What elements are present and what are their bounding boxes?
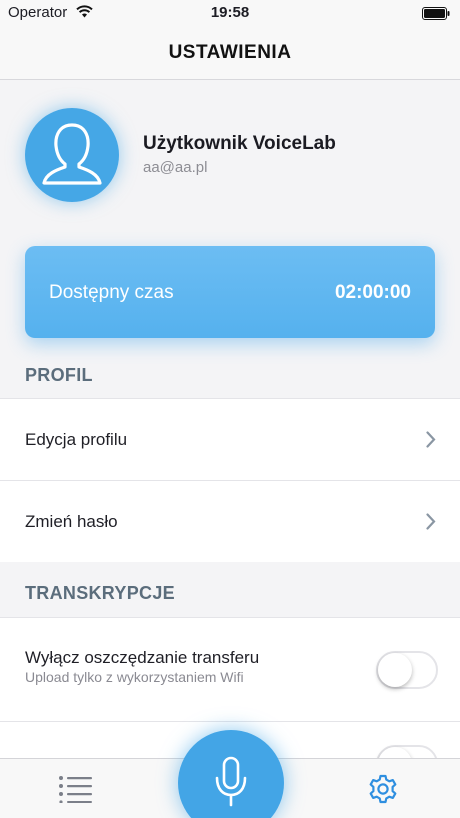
edit-profile-row[interactable]: Edycja profilu [0,398,460,480]
microphone-icon [215,756,247,807]
avatar[interactable] [25,108,119,202]
user-name: Użytkownik VoiceLab [143,133,336,154]
battery-icon [422,7,450,20]
status-time: 19:58 [210,4,250,21]
status-bar: Operator 19:58 [0,0,460,26]
edit-profile-label: Edycja profilu [25,430,128,449]
section-title-profil: PROFIL [25,365,93,385]
available-time-value: 02:00:00 [334,282,411,303]
change-password-label: Zmień hasło [25,512,118,531]
transfer-saving-toggle[interactable] [376,651,438,689]
chevron-right-icon [426,513,436,530]
section-title-transkrypcje: TRANSKRYPCJE [25,583,175,603]
toggle-knob [378,653,412,687]
transfer-saving-row: Wyłącz oszczędzanie transferu Upload tyl… [0,617,460,721]
list-icon[interactable] [58,775,94,803]
user-email: aa@aa.pl [143,159,208,176]
available-time-card: Dostępny czas 02:00:00 [25,246,435,338]
change-password-row[interactable]: Zmień hasło [0,480,460,562]
transfer-saving-sublabel: Upload tylko z wykorzystaniem Wifi [25,669,244,685]
transfer-saving-label: Wyłącz oszczędzanie transferu [25,648,260,667]
chevron-right-icon [426,431,436,448]
gear-icon[interactable] [367,773,399,805]
nav-header: USTAWIENIA [0,26,460,80]
user-icon [42,123,102,185]
available-time-label: Dostępny czas [49,282,174,303]
page-title: USTAWIENIA [168,41,292,63]
